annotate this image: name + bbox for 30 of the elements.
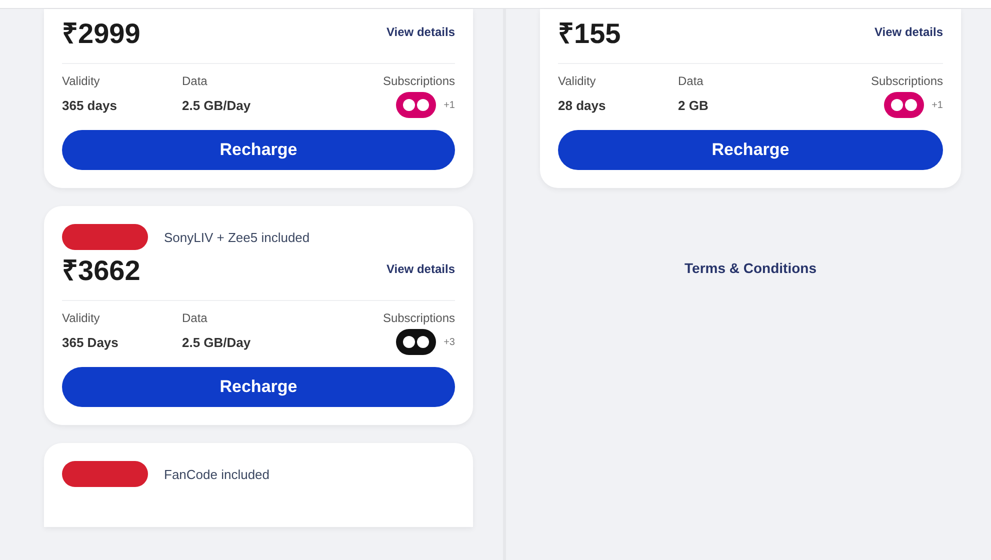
plan-price: ₹3662	[62, 254, 140, 288]
view-details-link[interactable]: View details	[874, 25, 943, 39]
more-count: +1	[444, 100, 455, 110]
recharge-button[interactable]: Recharge	[62, 367, 455, 407]
validity-value: 28 days	[558, 98, 607, 113]
included-text: FanCode included	[164, 466, 270, 482]
more-count: +1	[932, 100, 943, 110]
subscriptions-label: Subscriptions	[870, 74, 943, 88]
validity-value: 365 Days	[62, 335, 120, 350]
data-label: Data	[182, 311, 208, 325]
plan-price: ₹2999	[62, 17, 140, 51]
view-details-link[interactable]: View details	[386, 25, 455, 39]
validity-label: Validity	[62, 311, 101, 325]
data-value: 2.5 GB/Day	[182, 98, 252, 113]
more-count: +3	[444, 336, 455, 348]
terms-link[interactable]: Terms & Conditions	[684, 260, 816, 276]
validity-label: Validity	[558, 74, 597, 88]
recharge-button[interactable]: Recharge	[62, 130, 455, 170]
data-value: 2.5 GB/Day	[182, 335, 252, 350]
view-details-link[interactable]: View details	[386, 262, 455, 276]
subscriptions-label: Subscriptions	[382, 74, 455, 88]
data-label: Data	[678, 74, 704, 88]
recharge-button[interactable]: Recharge	[558, 130, 943, 170]
data-label: Data	[182, 74, 208, 88]
data-value: 2 GB	[678, 98, 710, 113]
subscriptions-label: Subscriptions	[382, 311, 455, 325]
included-text: SonyLIV + Zee5 included	[164, 230, 310, 244]
validity-label: Validity	[62, 74, 101, 88]
validity-value: 365 days	[62, 98, 118, 113]
plan-price: ₹155	[558, 17, 621, 51]
